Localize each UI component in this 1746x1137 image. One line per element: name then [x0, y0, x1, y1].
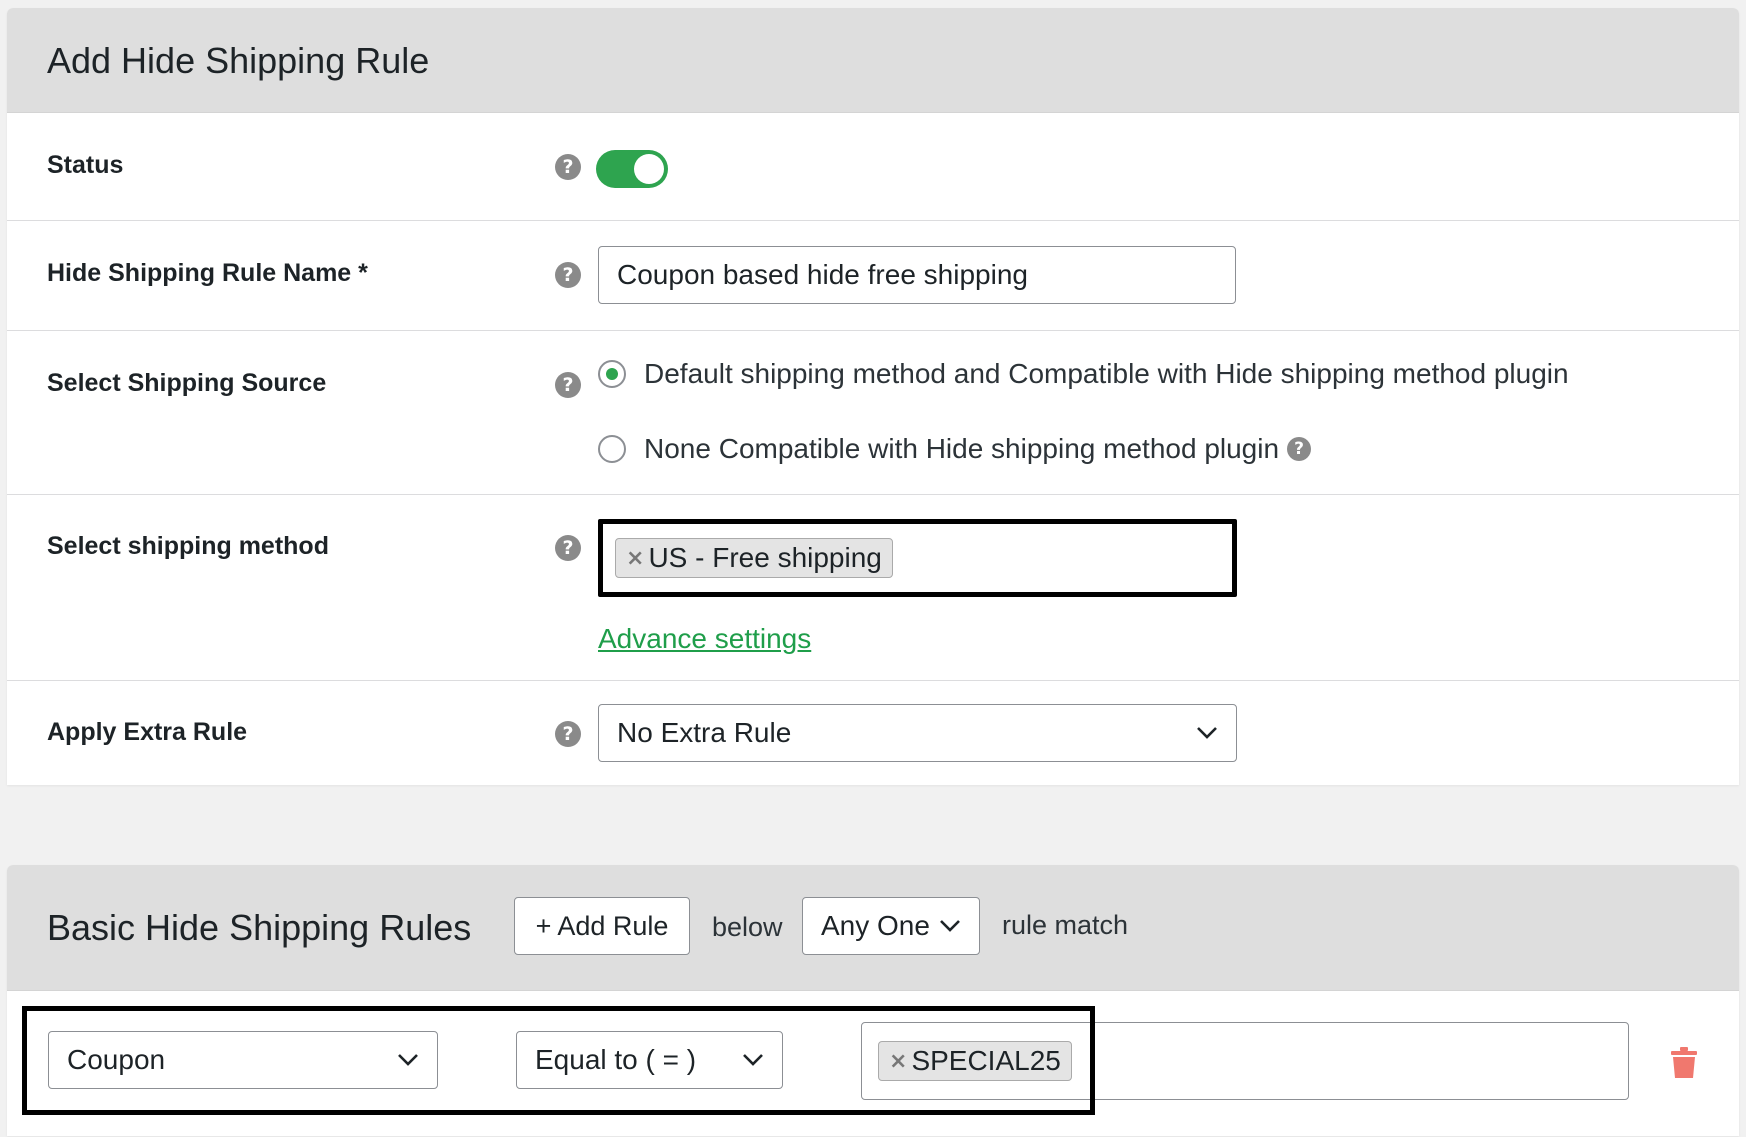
radio-option-none-compatible[interactable]: None Compatible with Hide shipping metho…: [598, 433, 1312, 465]
operator-value: Equal to ( = ): [535, 1044, 697, 1075]
add-rule-panel-header: Add Hide Shipping Rule: [7, 8, 1739, 113]
status-label: Status: [47, 151, 124, 179]
add-rule-button[interactable]: + Add Rule: [514, 897, 690, 955]
extra-rule-label: Apply Extra Rule: [47, 718, 248, 746]
advance-settings-link[interactable]: Advance settings: [598, 623, 811, 655]
chip-remove-icon[interactable]: ×: [626, 546, 644, 571]
help-icon[interactable]: ?: [555, 262, 581, 288]
radio-none-compatible[interactable]: [598, 435, 626, 463]
shipping-method-label: Select shipping method: [47, 532, 329, 560]
chevron-down-icon: [1196, 726, 1218, 740]
page-title: Add Hide Shipping Rule: [47, 40, 430, 81]
operator-select[interactable]: Equal to ( = ): [516, 1031, 783, 1089]
chevron-down-icon: [397, 1053, 419, 1067]
condition-select[interactable]: Coupon: [48, 1031, 438, 1089]
rule-match-text: rule match: [1002, 910, 1129, 940]
shipping-source-row: Select Shipping Source ? Default shippin…: [7, 331, 1739, 495]
status-row: Status ?: [7, 113, 1739, 221]
status-toggle[interactable]: [596, 150, 668, 188]
help-icon[interactable]: ?: [555, 721, 581, 747]
chevron-down-icon: [742, 1053, 764, 1067]
add-rule-panel: Add Hide Shipping Rule Status ? Hide Shi…: [7, 8, 1739, 785]
extra-rule-row: Apply Extra Rule ? No Extra Rule: [7, 681, 1739, 789]
shipping-method-row: Select shipping method ? × US - Free shi…: [7, 495, 1739, 681]
below-text: below: [712, 912, 783, 942]
match-type-value: Any One: [821, 910, 930, 941]
shipping-method-multiselect[interactable]: × US - Free shipping: [598, 519, 1237, 597]
match-type-select[interactable]: Any One: [802, 897, 980, 955]
radio-none-compatible-label: None Compatible with Hide shipping metho…: [644, 433, 1280, 464]
radio-option-default[interactable]: Default shipping method and Compatible w…: [598, 358, 1569, 390]
radio-default-label: Default shipping method and Compatible w…: [644, 358, 1569, 389]
shipping-method-chip: × US - Free shipping: [615, 538, 893, 578]
help-icon[interactable]: ?: [1287, 437, 1312, 461]
rule-row: Coupon Equal to ( = ) × SPECIAL25: [7, 991, 1739, 1137]
shipping-source-label: Select Shipping Source: [47, 369, 327, 397]
help-icon[interactable]: ?: [555, 154, 581, 180]
toggle-knob: [634, 154, 664, 184]
basic-rules-panel: Basic Hide Shipping Rules + Add Rule bel…: [7, 865, 1739, 1136]
chip-label: SPECIAL25: [911, 1045, 1061, 1076]
section-title: Basic Hide Shipping Rules: [47, 907, 472, 948]
extra-rule-value: No Extra Rule: [617, 717, 792, 748]
trash-icon[interactable]: [1671, 1047, 1697, 1084]
rule-name-row: Hide Shipping Rule Name * ?: [7, 221, 1739, 331]
rule-value-multiselect[interactable]: × SPECIAL25: [861, 1022, 1629, 1100]
chip-label: US - Free shipping: [648, 542, 882, 573]
basic-rules-header: Basic Hide Shipping Rules + Add Rule bel…: [7, 865, 1739, 991]
chip-remove-icon[interactable]: ×: [889, 1049, 907, 1074]
rule-name-label: Hide Shipping Rule Name *: [47, 259, 368, 287]
extra-rule-select[interactable]: No Extra Rule: [598, 704, 1237, 762]
rule-name-input[interactable]: [598, 246, 1236, 304]
chevron-down-icon: [939, 919, 961, 933]
help-icon[interactable]: ?: [555, 535, 581, 561]
help-icon[interactable]: ?: [555, 372, 581, 398]
radio-default[interactable]: [598, 360, 626, 388]
condition-value: Coupon: [67, 1044, 166, 1075]
rule-value-chip: × SPECIAL25: [878, 1041, 1072, 1081]
